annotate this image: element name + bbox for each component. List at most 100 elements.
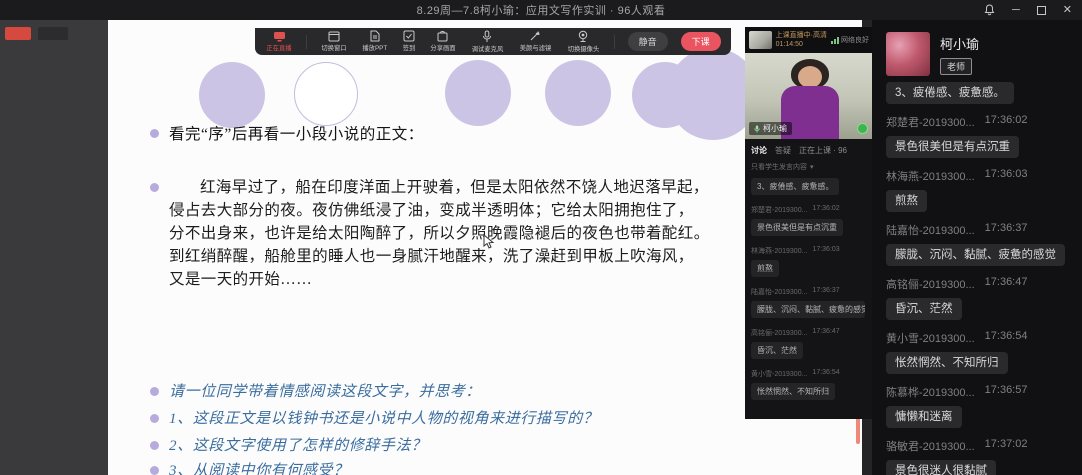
live-screen-icon <box>273 31 286 42</box>
mini-message-meta: 黄小雪-2019300...17:36:54 <box>751 369 867 379</box>
video-action-icon[interactable] <box>857 123 868 134</box>
live-status-item[interactable]: 正在直播 <box>265 31 293 53</box>
window-controls: ─ ✕ <box>984 0 1072 20</box>
toolbar-beauty[interactable]: 美颜与滤镜 <box>518 30 553 53</box>
chat-bubble: 朦胧、沉闷、黏腻、疲惫的感觉 <box>886 244 1065 266</box>
network-status: 网络良好 <box>831 35 869 45</box>
chat-bubble: 煎熬 <box>886 190 927 212</box>
network-label: 网络良好 <box>841 35 869 45</box>
beauty-wand-icon <box>529 30 541 42</box>
teacher-profile: 柯小瑜 老师 <box>886 32 1068 76</box>
decor-circle <box>445 60 511 126</box>
minimize-icon[interactable]: ─ <box>1012 5 1020 16</box>
chat-bubble: 景色很迷人很黏腻 <box>886 460 996 475</box>
slide-question-3: 3、从阅读中你有何感受？ <box>169 459 349 475</box>
teacher-avatar <box>886 32 930 76</box>
bullet-dot <box>150 387 159 396</box>
mini-message-bubble: 煎熬 <box>751 260 779 277</box>
mini-message-bubble: 景色很美但是有点沉重 <box>751 219 843 236</box>
bullet-dot <box>150 441 159 450</box>
chat-meta: 陈慕桦-2019300...17:36:57 <box>886 384 1068 400</box>
toolbar-divider <box>306 35 307 49</box>
slide-paragraph: 红海早过了，船在印度洋面上开驶着，但是太阳依然不饶人地迟落早起， 侵占去大部分的… <box>169 176 787 291</box>
teacher-video[interactable]: 柯小瑜 <box>745 53 873 139</box>
chat-meta: 黄小雪-2019300...17:36:54 <box>886 330 1068 346</box>
chat-meta: 林海燕-2019300...17:36:03 <box>886 168 1068 184</box>
app-window: 8.29周—7.8柯小瑜：应用文写作实训 · 96人观看 ─ ✕ 看完“序”后再… <box>0 0 1082 475</box>
preview-thumbnail[interactable] <box>749 31 772 49</box>
left-panel <box>0 20 108 475</box>
microphone-icon <box>482 30 492 43</box>
chat-bubble: 昏沉、茫然 <box>886 298 962 320</box>
checkin-icon <box>403 30 415 42</box>
share-screen-icon <box>437 30 448 42</box>
window-icon <box>328 31 340 42</box>
mic-icon <box>754 125 760 133</box>
decor-circle-outline <box>294 62 358 126</box>
toolbar-switch-window[interactable]: 切换窗口 <box>320 31 348 53</box>
chat-filter[interactable]: 只看学生发言内容 ▾ <box>751 162 867 172</box>
toolbar-share-screen[interactable]: 分享画面 <box>429 30 457 53</box>
mini-message-meta: 林海燕-2019300...17:36:03 <box>751 246 867 256</box>
toolbar-divider <box>614 35 615 49</box>
bullet-dot <box>150 183 159 192</box>
live-duration: 01:14:50 <box>776 40 827 49</box>
mouse-cursor <box>483 234 495 255</box>
slide-question-1: 1、这段正文是以钱钟书还是小说中人物的视角来进行描写的？ <box>169 407 598 428</box>
slide-heading: 看完“序”后再看一小段小说的正文： <box>169 122 424 144</box>
chat-bubble: 怅然惘然、不知所归 <box>886 352 1008 374</box>
mini-message-meta: 郑楚君-2019300...17:36:02 <box>751 205 867 215</box>
chat-meta: 骆敏君-2019300...17:37:02 <box>886 438 1068 454</box>
slide-scrollbar[interactable] <box>856 418 860 444</box>
video-name-overlay: 柯小瑜 <box>749 122 792 135</box>
teacher-badge: 老师 <box>940 58 972 75</box>
student-view-preview: 上课直播中·高清 01:14:50 网络良好 柯小瑜 <box>745 27 873 419</box>
toolbar-webcam[interactable]: 切换摄像头 <box>566 30 601 54</box>
decor-circle <box>199 62 265 128</box>
end-class-button[interactable]: 下课 <box>681 32 721 51</box>
chat-bubble: 景色很美但是有点沉重 <box>886 136 1019 158</box>
tab-in-class-count[interactable]: 正在上课 · 96 <box>799 145 847 156</box>
preview-header: 上课直播中·高清 01:14:50 网络良好 <box>745 27 873 53</box>
mini-message-meta: 陆嘉怡-2019300...17:36:37 <box>751 287 867 297</box>
tab-qa[interactable]: 答疑 <box>775 145 791 156</box>
chat-sidebar: 柯小瑜 老师 3、疲倦感、疲惫感。 郑楚君-2019300...17:36:02… <box>872 20 1082 475</box>
taskbar-tag-red[interactable] <box>5 27 31 40</box>
slide-question-intro: 请一位同学带着情感阅读这段文字，并思考： <box>169 380 481 401</box>
maximize-icon[interactable] <box>1037 6 1046 15</box>
taskbar-tag-dark[interactable] <box>38 27 68 40</box>
toolbar-checkin[interactable]: 签到 <box>402 30 416 53</box>
mini-message-bubble: 昏沉、茫然 <box>751 342 803 359</box>
chat-bubble: 3、疲倦感、疲惫感。 <box>886 82 1014 104</box>
chat-meta: 陆嘉怡-2019300...17:36:37 <box>886 222 1068 238</box>
live-status: 上课直播中·高清 01:14:50 <box>776 31 827 49</box>
live-status-text: 上课直播中·高清 <box>776 31 827 40</box>
mini-message-bubble: 朦胧、沉闷、黏腻、疲惫的感觉 <box>751 301 865 318</box>
signal-icon <box>831 37 839 44</box>
slide-question-2: 2、这段文字使用了怎样的修辞手法？ <box>169 434 427 455</box>
ppt-document-icon <box>370 30 380 42</box>
chat-meta: 郑楚君-2019300...17:36:02 <box>886 114 1068 130</box>
teacher-name: 柯小瑜 <box>940 34 979 53</box>
chat-bubble: 慵懒和迷离 <box>886 406 962 428</box>
mini-message-bubble: 3、疲倦感、疲惫感。 <box>751 178 839 195</box>
main-area: 看完“序”后再看一小段小说的正文： 红海早过了，船在印度洋面上开驶着，但是太阳依… <box>0 20 1082 475</box>
chat-meta: 高铭俪-2019300...17:36:47 <box>886 276 1068 292</box>
toolbar-ppt[interactable]: 播放PPT <box>361 30 389 53</box>
close-icon[interactable]: ✕ <box>1063 5 1072 16</box>
title-bar: 8.29周—7.8柯小瑜：应用文写作实训 · 96人观看 ─ ✕ <box>0 0 1082 20</box>
bell-icon[interactable] <box>984 4 995 16</box>
mini-chat-tabs: 讨论 答疑 正在上课 · 96 <box>751 145 867 156</box>
mini-message-meta: 高铭俪-2019300...17:36:47 <box>751 328 867 338</box>
toolbar-microphone[interactable]: 调试麦克风 <box>470 30 505 54</box>
bullet-dot <box>150 129 159 138</box>
bullet-dot <box>150 414 159 423</box>
mute-button[interactable]: 静音 <box>628 32 668 51</box>
decor-circle <box>545 60 611 126</box>
window-title: 8.29周—7.8柯小瑜：应用文写作实训 · 96人观看 <box>417 2 666 18</box>
mini-message-bubble: 怅然惘然、不知所归 <box>751 383 835 400</box>
caret-down-icon: ▾ <box>810 163 814 171</box>
bullet-dot <box>150 466 159 475</box>
mini-chat-panel: 讨论 答疑 正在上课 · 96 只看学生发言内容 ▾ 3、疲倦感、疲惫感。 郑楚… <box>745 139 873 405</box>
tab-discussion[interactable]: 讨论 <box>751 145 767 156</box>
